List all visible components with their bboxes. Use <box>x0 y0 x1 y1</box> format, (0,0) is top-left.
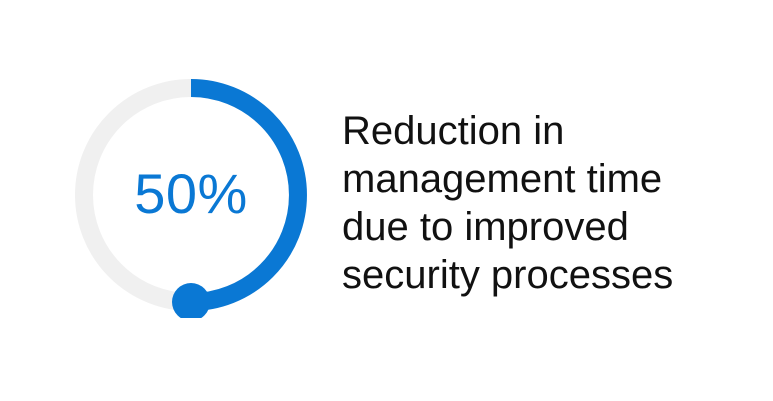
caption-line-3: due to improved <box>342 205 629 249</box>
progress-ring-end-dot <box>172 283 210 318</box>
caption-line-1: Reduction in <box>342 109 565 153</box>
stat-card: 50% Reduction in management time due to … <box>0 0 773 401</box>
caption-line-4: security processes <box>342 253 674 297</box>
caption-line-2: management time <box>342 157 663 201</box>
stat-caption: Reduction in management time due to impr… <box>342 107 762 299</box>
stat-value: 50% <box>134 162 248 225</box>
